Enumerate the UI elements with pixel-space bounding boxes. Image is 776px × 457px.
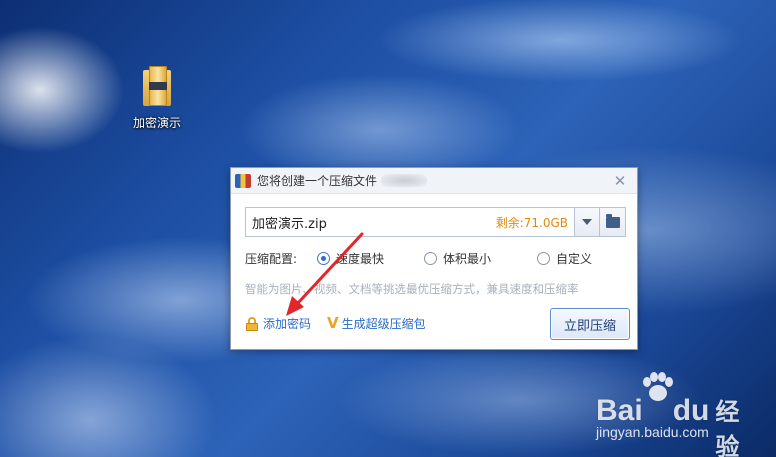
path-history-dropdown-button[interactable] bbox=[574, 207, 600, 237]
output-path-field[interactable]: 加密演示.zip 剩余:71.0GB bbox=[245, 207, 574, 237]
radio-fastest-label: 速度最快 bbox=[336, 251, 385, 266]
lock-icon bbox=[245, 316, 259, 331]
radio-smallest-label: 体积最小 bbox=[443, 251, 492, 266]
zip-archive-icon bbox=[141, 66, 173, 108]
radio-fastest[interactable]: 速度最快 bbox=[317, 250, 384, 267]
watermark-du: du bbox=[672, 394, 710, 427]
radio-custom-label: 自定义 bbox=[556, 251, 593, 266]
folder-icon bbox=[605, 213, 620, 228]
output-path-row: 加密演示.zip 剩余:71.0GB bbox=[245, 207, 626, 237]
watermark-url: jingyan.baidu.com bbox=[596, 424, 709, 440]
super-package-label: 生成超级压缩包 bbox=[341, 317, 426, 331]
dialog-title: 您将创建一个压缩文件 bbox=[257, 174, 378, 188]
chevron-down-icon bbox=[582, 219, 592, 225]
radio-button[interactable] bbox=[424, 251, 438, 265]
baidu-jingyan-watermark: Bai du 经验 jingyan.baidu.com bbox=[596, 372, 746, 457]
watermark-bai: Bai bbox=[596, 394, 643, 427]
compress-now-button[interactable]: 立即压缩 bbox=[550, 308, 630, 340]
archiver-app-icon bbox=[235, 173, 251, 188]
radio-button[interactable] bbox=[537, 251, 551, 265]
add-password-label: 添加密码 bbox=[263, 317, 312, 331]
v-badge-icon: V bbox=[327, 314, 339, 332]
redacted-title-blur bbox=[381, 174, 428, 187]
dialog-titlebar[interactable]: 您将创建一个压缩文件 ✕ bbox=[231, 168, 637, 194]
browse-folder-button[interactable] bbox=[600, 207, 626, 237]
add-password-link[interactable]: 添加密码 bbox=[245, 315, 311, 332]
desktop-icon-jiami[interactable]: 加密演示 bbox=[126, 66, 188, 131]
desktop-icon-label: 加密演示 bbox=[132, 116, 181, 130]
compression-config-row: 压缩配置: 速度最快 体积最小 自定义 bbox=[245, 249, 626, 267]
radio-smallest[interactable]: 体积最小 bbox=[424, 250, 491, 267]
create-archive-dialog: 您将创建一个压缩文件 ✕ 加密演示.zip 剩余:71.0GB 压缩配置: 速度… bbox=[230, 167, 638, 350]
super-package-link[interactable]: V 生成超级压缩包 bbox=[327, 315, 426, 332]
radio-custom[interactable]: 自定义 bbox=[537, 250, 592, 267]
config-hint-text: 智能为图片、视频、文档等挑选最优压缩方式，兼具速度和压缩率 bbox=[245, 282, 579, 296]
config-label: 压缩配置: bbox=[245, 251, 298, 266]
watermark-jingyan: 经验 bbox=[715, 399, 740, 457]
dialog-footer: 添加密码 V 生成超级压缩包 立即压缩 bbox=[245, 308, 630, 340]
free-space-label: 剩余:71.0GB bbox=[495, 215, 568, 230]
output-path-value: 加密演示.zip bbox=[252, 216, 327, 232]
close-button[interactable]: ✕ bbox=[611, 172, 629, 190]
radio-button-checked[interactable] bbox=[317, 251, 330, 265]
